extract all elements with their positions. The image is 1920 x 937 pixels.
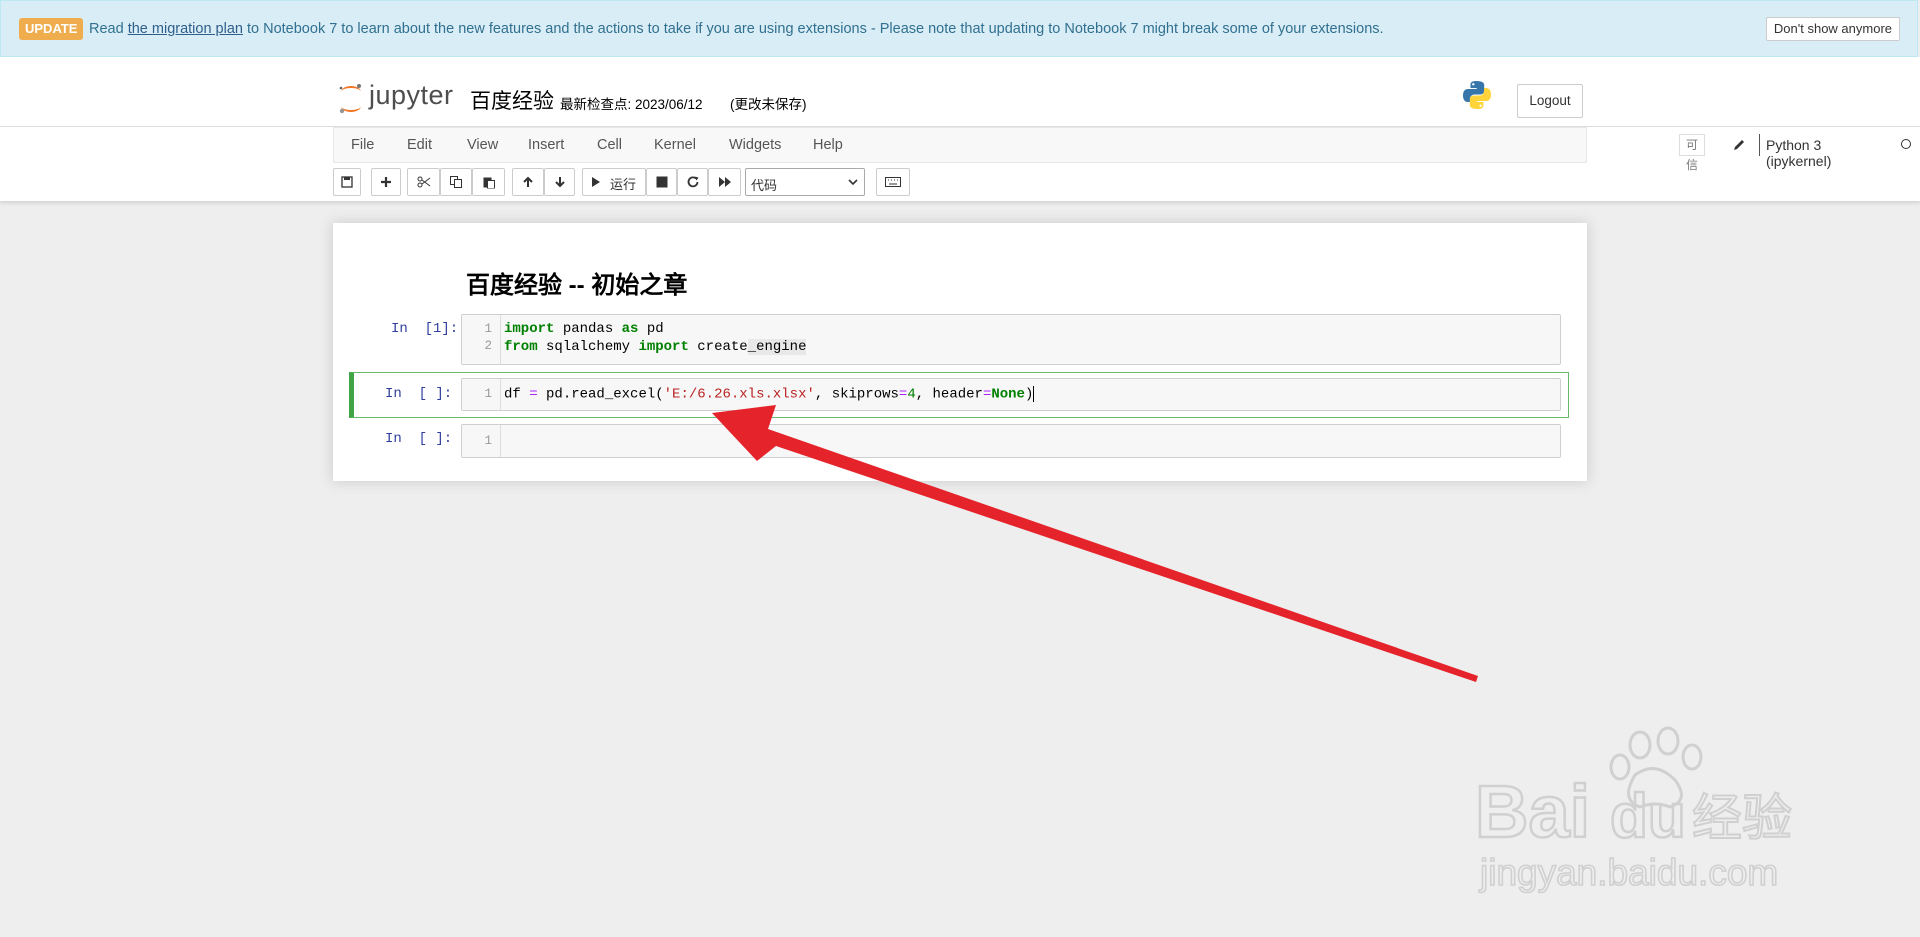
baidu-jingyan-watermark: Bai du 经验 jingyan.baidu.com [1474, 726, 1793, 894]
svg-text:经验: 经验 [1692, 789, 1792, 847]
svg-text:jingyan.baidu.com: jingyan.baidu.com [1479, 852, 1778, 893]
svg-text:du: du [1610, 782, 1686, 851]
svg-text:Bai: Bai [1475, 770, 1590, 853]
